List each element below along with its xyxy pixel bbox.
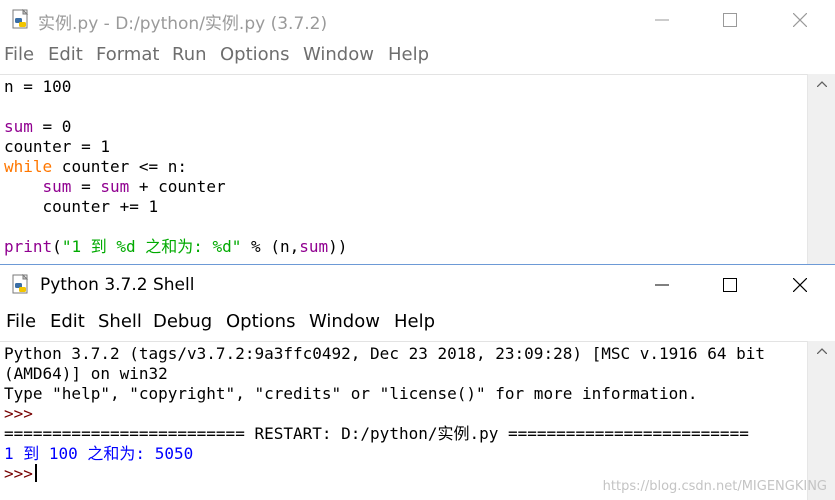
- menu-window[interactable]: Window: [309, 311, 380, 332]
- shell-banner-line: Type "help", "copyright", "credits" or "…: [4, 384, 698, 403]
- python-shell-icon: [10, 273, 32, 296]
- menu-run[interactable]: Run: [172, 44, 207, 65]
- code-editor[interactable]: n = 100 sum = 0 counter = 1 while counte…: [0, 74, 807, 264]
- code-line-6: sum = sum + counter: [42, 177, 226, 196]
- code-line-5: while counter <= n:: [4, 157, 188, 176]
- menu-help[interactable]: Help: [388, 44, 429, 65]
- menu-edit[interactable]: Edit: [50, 311, 85, 332]
- scroll-up-arrow-icon[interactable]: [808, 341, 835, 361]
- close-button[interactable]: [770, 0, 830, 40]
- menu-file[interactable]: File: [6, 311, 36, 332]
- menu-edit[interactable]: Edit: [48, 44, 83, 65]
- shell-scrollbar[interactable]: [807, 341, 835, 500]
- shell-output[interactable]: Python 3.7.2 (tags/v3.7.2:9a3ffc0492, De…: [0, 341, 807, 500]
- shell-banner-line: (AMD64)] on win32: [4, 364, 168, 383]
- menu-help[interactable]: Help: [394, 311, 435, 332]
- maximize-button[interactable]: [700, 0, 760, 40]
- shell-titlebar[interactable]: Python 3.7.2 Shell: [0, 265, 835, 305]
- shell-banner-line: Python 3.7.2 (tags/v3.7.2:9a3ffc0492, De…: [4, 344, 765, 363]
- shell-restart-line: ========================= RESTART: D:/py…: [4, 424, 749, 443]
- code-line-1: n = 100: [4, 77, 72, 96]
- menu-window[interactable]: Window: [303, 44, 374, 65]
- shell-title: Python 3.7.2 Shell: [40, 275, 195, 295]
- close-button[interactable]: [770, 265, 830, 305]
- menu-options[interactable]: Options: [220, 44, 289, 65]
- editor-titlebar[interactable]: 实例.py - D:/python/实例.py (3.7.2): [0, 0, 835, 40]
- menu-file[interactable]: File: [4, 44, 34, 65]
- shell-input-line[interactable]: >>>: [4, 464, 37, 484]
- code-line-3: sum = 0: [4, 117, 72, 136]
- watermark: https://blog.csdn.net/MIGENGKING: [602, 479, 827, 494]
- code-line-4: counter = 1: [4, 137, 110, 156]
- editor-title: 实例.py - D:/python/实例.py (3.7.2): [38, 14, 328, 34]
- editor-window: 实例.py - D:/python/实例.py (3.7.2) File Edi…: [0, 0, 835, 264]
- shell-window: Python 3.7.2 Shell File Edit Shell Debug…: [0, 264, 835, 500]
- shell-menubar: File Edit Shell Debug Options Window Hel…: [0, 309, 835, 339]
- code-line-9: print("1 到 %d 之和为: %d" % (n,sum)): [4, 237, 348, 256]
- editor-scrollbar[interactable]: [807, 74, 835, 264]
- minimize-button[interactable]: [632, 265, 692, 305]
- scroll-up-arrow-icon[interactable]: [808, 74, 835, 94]
- minimize-button[interactable]: [632, 0, 692, 40]
- menu-options[interactable]: Options: [226, 311, 295, 332]
- menu-debug[interactable]: Debug: [153, 311, 212, 332]
- python-file-icon: [10, 8, 32, 31]
- maximize-button[interactable]: [700, 265, 760, 305]
- menu-shell[interactable]: Shell: [98, 311, 142, 332]
- shell-prompt: >>>: [4, 404, 33, 423]
- shell-program-output: 1 到 100 之和为: 5050: [4, 444, 194, 463]
- code-line-7: counter += 1: [4, 197, 159, 216]
- menu-format[interactable]: Format: [96, 44, 159, 65]
- shell-prompt: >>>: [4, 464, 33, 483]
- editor-menubar: File Edit Format Run Options Window Help: [0, 42, 835, 72]
- text-cursor: [34, 464, 37, 482]
